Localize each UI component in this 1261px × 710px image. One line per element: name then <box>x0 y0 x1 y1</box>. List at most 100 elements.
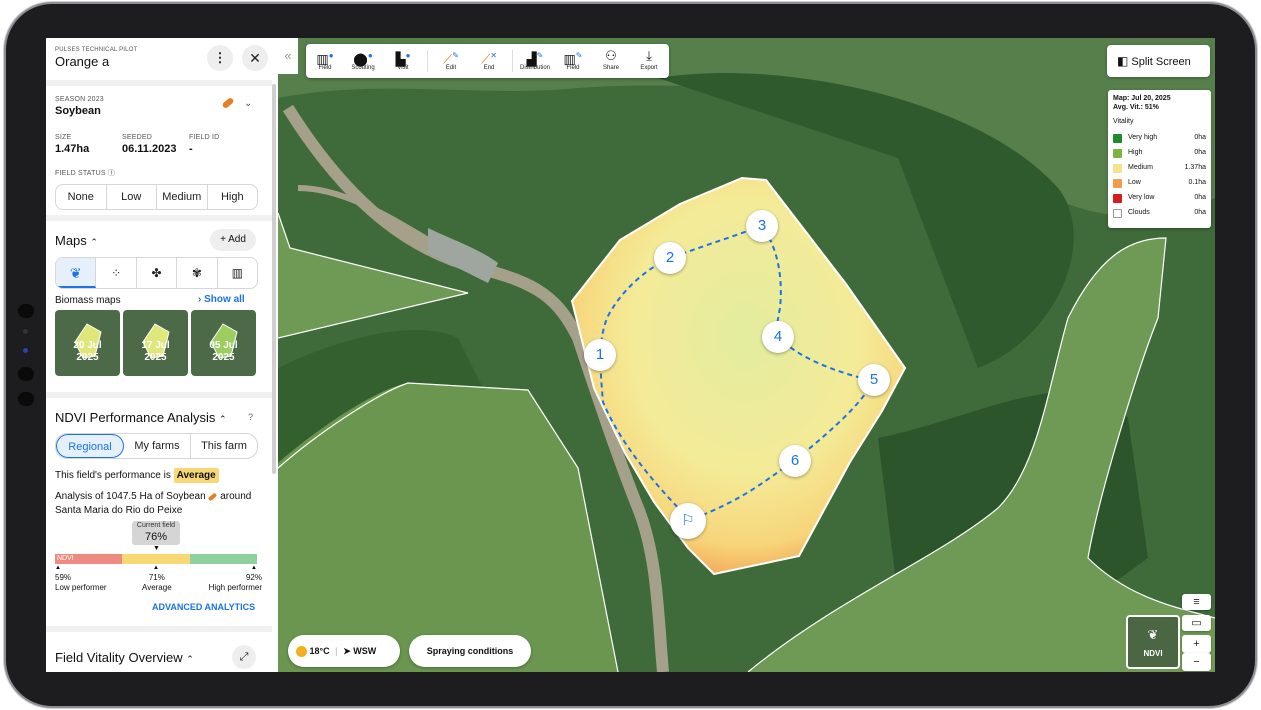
edit-season-button[interactable]: ⟋✎ Edit <box>434 44 468 78</box>
map-icon: ▥ <box>231 266 243 280</box>
zoom-in-button[interactable]: + <box>1182 635 1211 653</box>
zoom-out-button[interactable]: − <box>1182 653 1211 671</box>
ndvi-analysis-header[interactable]: NDVI Performance Analysis ⌃ <box>55 410 227 425</box>
biomass-map-tab[interactable]: ❦ <box>56 258 97 288</box>
status-option-low[interactable]: Low <box>107 185 157 209</box>
status-option-medium[interactable]: Medium <box>157 185 208 209</box>
crop-icon: ✾ <box>191 266 202 280</box>
split-screen-button[interactable]: ◧ Split Screen <box>1107 45 1210 77</box>
waypoint-3[interactable]: 3 <box>746 210 778 242</box>
more-vertical-icon: ⋮ <box>213 50 227 65</box>
field-status-selector[interactable]: None Low Medium High <box>55 184 258 210</box>
close-icon: ✕ <box>249 50 261 66</box>
carrot-end-icon: ⟋✕ <box>481 51 497 67</box>
status-option-none[interactable]: None <box>56 185 107 209</box>
toolbar-divider <box>427 50 428 72</box>
biomass-thumbnail[interactable]: 05 Jul 2025 <box>191 310 256 376</box>
close-button[interactable]: ✕ <box>242 45 268 71</box>
field-vitality-header[interactable]: Field Vitality Overview ⌃ <box>55 650 194 665</box>
add-visit-button[interactable]: ▙● Visit <box>386 44 420 78</box>
expand-icon: ⤢ <box>239 651 249 663</box>
map-toolbar: ▥● Field ⬤● Scouting ▙● Visit ⟋✎ Edit ⟋✕ End … <box>306 44 669 78</box>
map-edit-icon: ▥✎ <box>563 51 583 67</box>
map-view[interactable]: 1 2 3 4 5 6 ⚐ <box>278 38 1215 672</box>
weather-pill[interactable]: 18°C | ➤ WSW <box>288 635 400 667</box>
spraying-conditions-button[interactable]: Spraying conditions <box>409 635 531 667</box>
seeding-map-tab[interactable]: ⁘ <box>96 258 137 288</box>
boot-add-icon: ▙● <box>395 51 411 67</box>
current-field-marker: Current field 76% <box>132 521 180 545</box>
add-field-button[interactable]: ▥● Field <box>308 44 342 78</box>
measure-button[interactable]: ▭ <box>1182 615 1211 631</box>
tab-my-farms[interactable]: My farms <box>124 434 191 458</box>
biomass-thumbnail[interactable]: 17 Jul 2025 <box>123 310 188 376</box>
end-season-button[interactable]: ⟋✕ End <box>472 44 506 78</box>
add-map-button[interactable]: + Add <box>210 229 256 251</box>
map-type-tabs[interactable]: ❦ ⁘ ✤ ✾ ▥ <box>55 257 258 289</box>
show-all-link[interactable]: › Show all <box>198 294 245 305</box>
advanced-analytics-link[interactable]: ADVANCED ANALYTICS <box>152 602 255 612</box>
tab-this-farm[interactable]: This farm <box>191 434 257 458</box>
legend-row: Clouds 0ha <box>1113 208 1206 220</box>
season-label: SEASON 2023 <box>55 96 104 103</box>
add-scouting-button[interactable]: ⬤● Scouting <box>346 44 380 78</box>
pilot-label: PULSES TECHNICAL PILOT <box>55 47 138 53</box>
export-button[interactable]: ⤓ Export <box>632 44 666 78</box>
waypoint-6[interactable]: 6 <box>779 445 811 477</box>
sensor-dot <box>23 329 28 334</box>
status-option-high[interactable]: High <box>208 185 258 209</box>
panel-scrollbar[interactable] <box>272 84 276 474</box>
more-options-button[interactable]: ⋮ <box>207 45 233 71</box>
carrot-edit-icon: ⟋✎ <box>443 51 459 67</box>
field-panel: PULSES TECHNICAL PILOT Orange a ⋮ ✕ SEAS… <box>46 38 278 672</box>
legend-map-date: Map: Jul 20, 2025 <box>1113 95 1171 102</box>
distribution-button[interactable]: ▟✎ Distribution <box>518 44 552 78</box>
wind-direction: WSW <box>353 646 377 656</box>
performance-badge: Average <box>173 468 219 483</box>
seeded-value: 06.11.2023 <box>122 143 177 155</box>
waypoint-5[interactable]: 5 <box>858 364 890 396</box>
expand-button[interactable]: ⤢ <box>232 645 256 669</box>
flag-icon: ⚐ <box>681 512 695 529</box>
yield-map-tab[interactable]: ✾ <box>177 258 218 288</box>
tab-regional[interactable]: Regional <box>56 434 124 458</box>
chevron-down-icon[interactable]: ⌄ <box>244 98 252 109</box>
plant-map-tab[interactable]: ✤ <box>137 258 178 288</box>
current-field-value: 76% <box>144 531 168 543</box>
ndvi-layer-toggle[interactable]: ❦ NDVI <box>1126 615 1180 669</box>
plant-icon: ✤ <box>151 266 162 280</box>
waypoint-4[interactable]: 4 <box>762 321 794 353</box>
field-id-label: FIELD ID <box>189 134 220 141</box>
divider <box>46 215 272 221</box>
ndvi-bar-average <box>122 554 190 564</box>
ndvi-scope-tabs[interactable]: Regional My farms This farm <box>55 433 258 459</box>
biomass-thumbnail[interactable]: 20 Jul 2025 <box>55 310 120 376</box>
maps-header[interactable]: Maps ⌃ <box>55 233 98 248</box>
current-field-label: Current field <box>136 522 176 529</box>
edit-field-button[interactable]: ▥✎ Field <box>556 44 590 78</box>
waypoint-2[interactable]: 2 <box>654 242 686 274</box>
thumbnail-date: 17 Jul 2025 <box>141 340 170 363</box>
chevron-up-icon: ⌃ <box>219 414 227 424</box>
chevron-up-icon: ⌃ <box>90 237 98 247</box>
legend-swatch <box>1113 149 1122 158</box>
seeds-icon: ⁘ <box>111 266 122 280</box>
help-icon[interactable]: ? <box>248 412 253 422</box>
crop-name: Soybean <box>55 105 101 117</box>
plus-icon: + <box>220 234 226 245</box>
field-status-label: FIELD STATUS ⓘ <box>55 170 116 177</box>
collapse-panel-button[interactable]: « <box>278 38 298 74</box>
field-id-value: - <box>189 143 193 155</box>
scale-low: 59% Low performer <box>55 573 107 592</box>
biomass-maps-label: Biomass maps <box>55 295 121 306</box>
size-label: SIZE <box>55 134 72 141</box>
share-button[interactable]: ⚇ Share <box>594 44 628 78</box>
ruler-icon: ▭ <box>1191 617 1202 629</box>
layers-list-button[interactable]: ≡ <box>1182 594 1211 610</box>
field-map-tab[interactable]: ▥ <box>218 258 257 288</box>
start-flag-waypoint[interactable]: ⚐ <box>670 503 706 539</box>
waypoint-1[interactable]: 1 <box>584 339 616 371</box>
performance-line: This field's performance is Average <box>55 468 219 483</box>
chart-edit-icon: ▟✎ <box>526 51 544 67</box>
plus-icon: + <box>1193 638 1200 650</box>
